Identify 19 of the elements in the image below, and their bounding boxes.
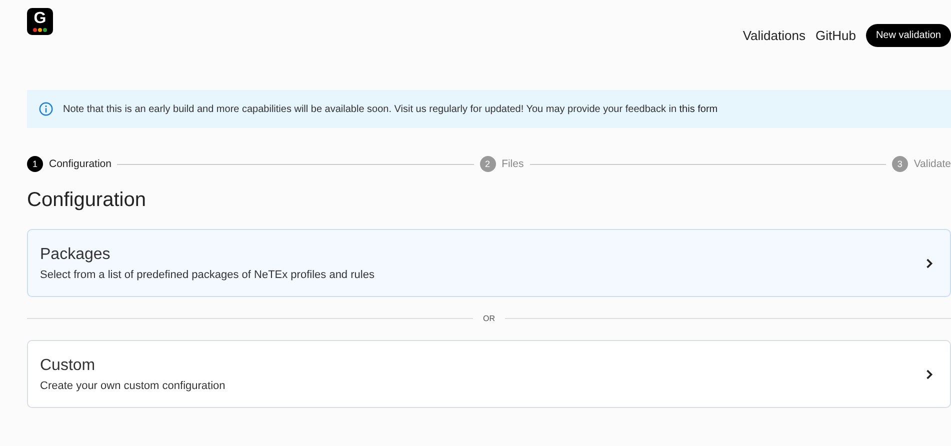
step-number[interactable]: 1 (27, 156, 43, 172)
chevron-right-icon (925, 368, 934, 380)
option-description: Select from a list of predefined packages of NeTEx profiles and rules (40, 268, 374, 280)
nav-link[interactable]: GitHub (815, 28, 856, 43)
option-title: Packages (40, 246, 112, 264)
chevron-right-icon (925, 258, 934, 268)
page-heading: Configuration (27, 189, 147, 212)
option-title: Custom (40, 356, 96, 374)
nav-link[interactable]: Validations (742, 28, 806, 43)
info-icon (39, 102, 53, 116)
feedback-link[interactable]: this form (679, 104, 718, 114)
notice-text: Note that this is an early build and more capabilities will be available soon. Visit us regularly for updated! You may provide your feedback in this form (63, 104, 718, 114)
option-card[interactable]: Packages Select from a list of predefined packages of NeTEx profiles and rules (27, 229, 951, 297)
option-card[interactable]: Custom Create your own custom configuration (27, 340, 951, 408)
logo[interactable]: G (27, 8, 53, 35)
new-validation-button[interactable]: New validation (866, 24, 951, 47)
step-label[interactable]: Configuration (49, 158, 112, 170)
option-description: Create your own custom configuration (40, 380, 226, 392)
separator-text: OR (483, 314, 495, 323)
